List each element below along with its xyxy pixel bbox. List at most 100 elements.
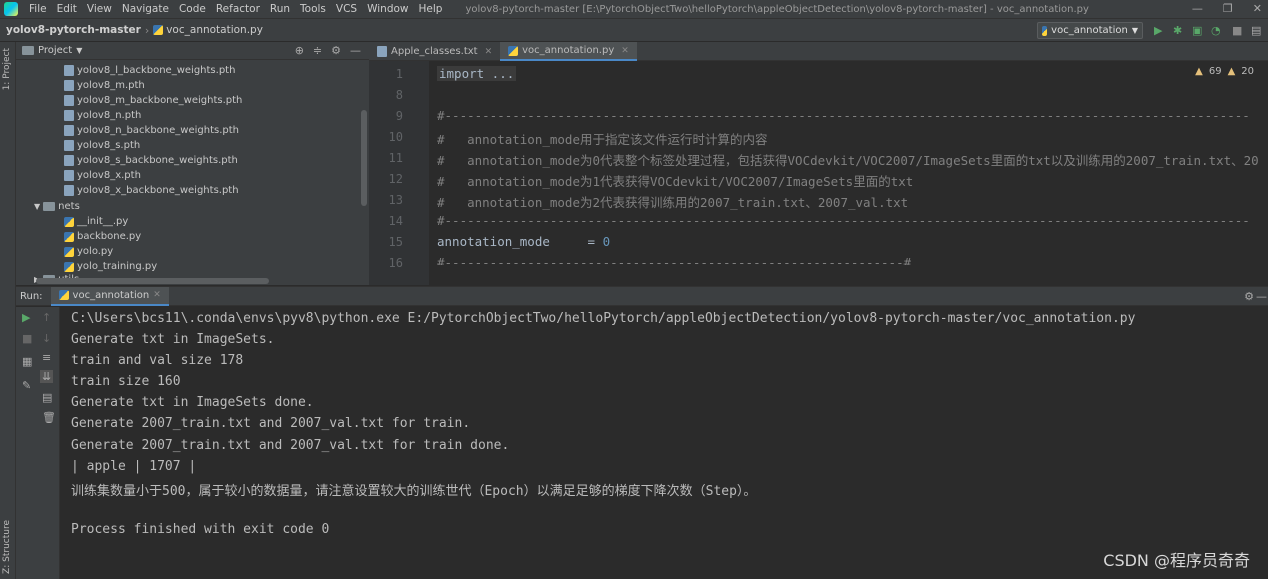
inspection-widget[interactable]: ▲ 69 ▲ 20 <box>1195 66 1254 77</box>
tree-file[interactable]: __init__.py <box>64 214 128 229</box>
tree-file[interactable]: yolov8_m.pth <box>64 78 145 93</box>
tree-file-label: yolov8_m_backbone_weights.pth <box>77 95 243 106</box>
tree-file[interactable]: yolov8_n.pth <box>64 108 141 123</box>
tree-file[interactable]: yolov8_s_backbone_weights.pth <box>64 153 238 168</box>
menu-run[interactable]: Run <box>265 0 295 18</box>
menu-edit[interactable]: Edit <box>52 0 82 18</box>
close-tab-icon[interactable]: ✕ <box>485 47 493 57</box>
python-file-icon <box>64 261 74 272</box>
tree-file[interactable]: yolov8_l_backbone_weights.pth <box>64 63 235 78</box>
menu-code[interactable]: Code <box>174 0 211 18</box>
gear-icon[interactable]: ⚙ <box>331 44 341 57</box>
structure-tool-tab[interactable]: Z: Structure <box>2 520 12 574</box>
menu-tools[interactable]: Tools <box>295 0 331 18</box>
code-number-literal: 0 <box>602 234 611 249</box>
console-line: | apple | 1707 | <box>71 459 197 474</box>
file-icon <box>64 110 74 121</box>
vertical-scrollbar[interactable] <box>361 110 367 206</box>
console-output[interactable]: C:\Users\bcs11\.conda\envs\pyv8\python.e… <box>60 307 1268 579</box>
hide-icon[interactable]: — <box>1256 290 1267 303</box>
close-tab-icon[interactable]: ✕ <box>153 290 161 300</box>
debug-icon[interactable]: ✱ <box>1173 24 1182 37</box>
collapse-all-icon[interactable]: ≑ <box>313 44 322 57</box>
tree-file[interactable]: yolov8_m_backbone_weights.pth <box>64 93 242 108</box>
menu-file[interactable]: File <box>24 0 52 18</box>
close-window-icon[interactable]: ✕ <box>1253 0 1262 18</box>
tree-file[interactable]: yolov8_s.pth <box>64 138 140 153</box>
file-icon <box>64 185 74 196</box>
code-line-comment[interactable]: #---------------------------------------… <box>437 108 1259 123</box>
chevron-down-icon[interactable]: ▼ <box>76 46 82 55</box>
layout-icon[interactable]: ▦ <box>22 355 32 368</box>
arrow-down-icon[interactable]: ↓ <box>42 332 51 345</box>
menu-window[interactable]: Window <box>362 0 413 18</box>
hide-icon[interactable]: — <box>350 44 361 57</box>
python-file-icon <box>1042 25 1048 36</box>
project-tool-tab[interactable]: 1: Project <box>2 48 12 90</box>
pin-icon[interactable]: ✎ <box>22 379 31 392</box>
code-assignment-text: annotation_mode = <box>437 234 603 249</box>
tab-apple-classes[interactable]: Apple_classes.txt ✕ <box>369 42 500 61</box>
run-panel-header: Run: voc_annotation ✕ ⚙ — <box>16 286 1268 306</box>
soft-wrap-icon[interactable]: ≡ <box>42 351 51 364</box>
text-file-icon <box>377 46 387 57</box>
horizontal-scrollbar[interactable] <box>36 278 269 284</box>
file-icon <box>64 140 74 151</box>
python-file-icon <box>64 246 74 257</box>
menu-refactor[interactable]: Refactor <box>211 0 265 18</box>
menu-help[interactable]: Help <box>414 0 448 18</box>
restore-icon[interactable]: ❐ <box>1223 0 1233 18</box>
minimize-icon[interactable]: — <box>1192 0 1203 18</box>
code-line-assignment[interactable]: annotation_mode = 0 <box>437 234 610 249</box>
project-panel-title[interactable]: Project <box>38 45 72 56</box>
code-line-comment[interactable]: # annotation_mode为0代表整个标签处理过程，包括获得VOCdev… <box>437 150 1259 169</box>
tree-file-label: yolov8_m.pth <box>77 80 145 91</box>
project-folder-icon <box>22 46 34 55</box>
profile-icon[interactable]: ◔ <box>1211 24 1221 37</box>
locate-icon[interactable]: ⊕ <box>295 44 304 57</box>
console-line: C:\Users\bcs11\.conda\envs\pyv8\python.e… <box>71 311 1136 326</box>
watermark: CSDN @程序员奇奇 <box>1103 551 1250 570</box>
line-number: 15 <box>388 235 403 249</box>
editor-panel: Apple_classes.txt ✕ voc_annotation.py ✕ … <box>369 42 1268 285</box>
tree-file[interactable]: yolov8_x_backbone_weights.pth <box>64 183 239 198</box>
close-tab-icon[interactable]: ✕ <box>621 46 629 56</box>
tree-file[interactable]: backbone.py <box>64 229 141 244</box>
menu-navigate[interactable]: Navigate <box>117 0 174 18</box>
tree-file[interactable]: yolov8_n_backbone_weights.pth <box>64 123 239 138</box>
tree-file[interactable]: yolo.py <box>64 244 113 259</box>
chevron-down-icon[interactable]: ▼ <box>34 202 40 211</box>
search-everywhere-icon[interactable]: ▤ <box>1251 24 1261 37</box>
console-line: Generate 2007_train.txt and 2007_val.txt… <box>71 438 510 453</box>
tree-folder-nets[interactable]: ▼ nets <box>34 199 80 214</box>
arrow-up-icon[interactable]: ↑ <box>42 311 51 324</box>
breadcrumb-project[interactable]: yolov8-pytorch-master <box>6 24 141 36</box>
code-line-comment[interactable]: #---------------------------------------… <box>437 213 1259 228</box>
code-line-comment[interactable]: #---------------------------------------… <box>437 255 911 265</box>
code-line-comment[interactable]: # annotation_mode用于指定该文件运行时计算的内容 <box>437 129 768 148</box>
run-tab-voc-annotation[interactable]: voc_annotation ✕ <box>50 286 169 306</box>
gear-icon[interactable]: ⚙ <box>1244 290 1254 303</box>
tree-file-label: yolov8_s_backbone_weights.pth <box>77 155 238 166</box>
stop-icon[interactable]: ■ <box>22 332 32 345</box>
menu-vcs[interactable]: VCS <box>331 0 362 18</box>
scroll-to-end-icon[interactable]: ⇊ <box>40 370 54 383</box>
stop-icon[interactable]: ■ <box>1232 24 1242 37</box>
code-line-comment[interactable]: # annotation_mode为2代表获得训练用的2007_train.tx… <box>437 192 908 211</box>
tree-file[interactable]: yolov8_x.pth <box>64 168 141 183</box>
trash-icon[interactable]: 🗑 <box>42 411 56 424</box>
tab-voc-annotation[interactable]: voc_annotation.py ✕ <box>500 42 637 61</box>
rerun-icon[interactable]: ▶ <box>22 311 30 324</box>
run-tab-label: voc_annotation <box>72 289 150 301</box>
run-configuration-select[interactable]: voc_annotation ▼ <box>1037 22 1143 39</box>
breadcrumb-file[interactable]: voc_annotation.py <box>153 24 263 36</box>
tree-file[interactable]: yolo_training.py <box>64 259 157 274</box>
code-line-comment[interactable]: # annotation_mode为1代表获得VOCdevkit/VOC2007… <box>437 171 913 190</box>
print-icon[interactable]: ▤ <box>42 391 52 404</box>
tab-label: voc_annotation.py <box>522 45 615 56</box>
line-number: 1 <box>395 67 403 81</box>
code-line-folded-import[interactable]: import ... <box>437 66 517 81</box>
coverage-icon[interactable]: ▣ <box>1192 24 1202 37</box>
run-icon[interactable]: ▶ <box>1154 24 1162 37</box>
menu-view[interactable]: View <box>82 0 117 18</box>
